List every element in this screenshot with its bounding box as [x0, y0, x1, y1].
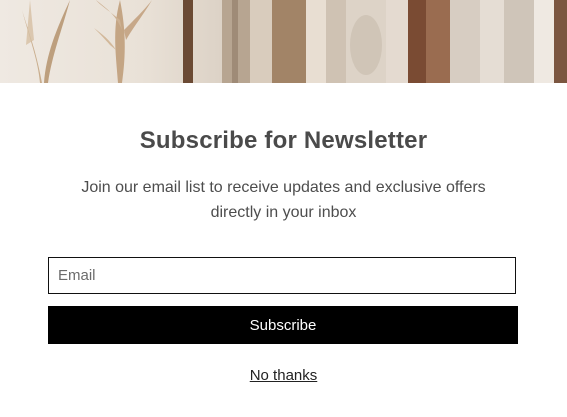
hero-illustration [22, 0, 567, 83]
dismiss-container: No thanks [0, 367, 567, 384]
clothes-decoration [183, 0, 567, 83]
newsletter-content: Subscribe for Newsletter Join our email … [0, 83, 567, 417]
newsletter-description: Join our email list to receive updates a… [81, 179, 486, 221]
no-thanks-link[interactable]: No thanks [250, 367, 318, 384]
email-field[interactable] [48, 257, 516, 294]
newsletter-title: Subscribe for Newsletter [139, 127, 428, 154]
hero-clothing-rack-image [0, 0, 567, 83]
pampas-grass-decoration [22, 0, 152, 83]
subscribe-button[interactable]: Subscribe [48, 306, 518, 344]
newsletter-popup: Subscribe for Newsletter Join our email … [0, 0, 567, 417]
